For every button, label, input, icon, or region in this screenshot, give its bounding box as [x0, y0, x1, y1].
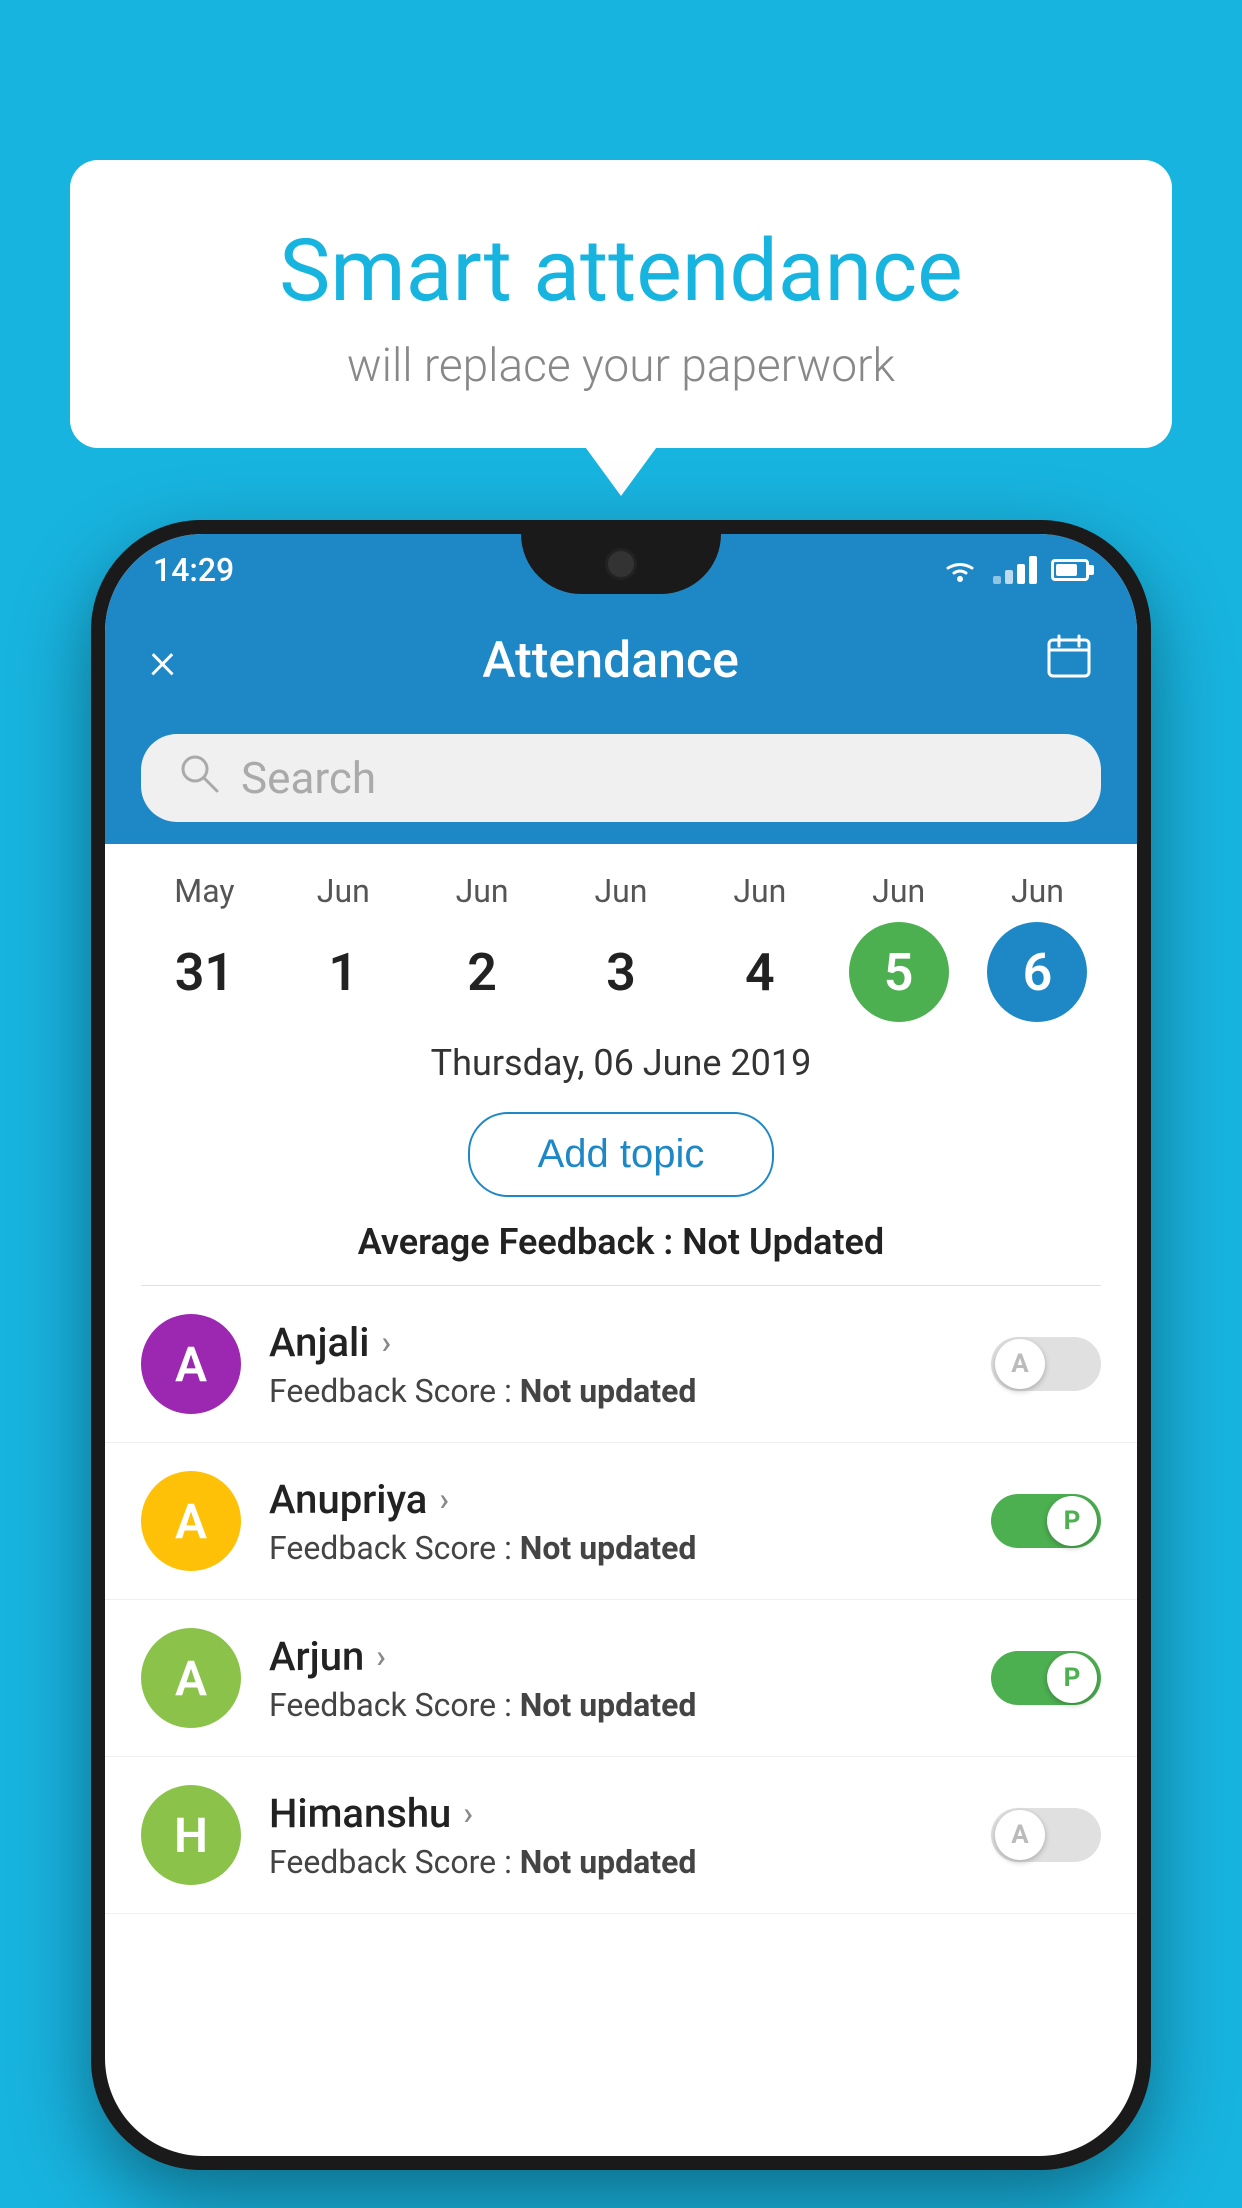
cal-month-label: Jun [733, 872, 786, 910]
student-info: Arjun › Feedback Score : Not updated [269, 1633, 963, 1724]
student-item[interactable]: A Anjali › Feedback Score : Not updated A [105, 1286, 1137, 1443]
student-name-text: Himanshu [269, 1790, 451, 1837]
speech-title: Smart attendance [150, 220, 1092, 321]
calendar-day[interactable]: Jun 2 [417, 872, 547, 1022]
calendar-day[interactable]: Jun 1 [278, 872, 408, 1022]
calendar-strip: May 31 Jun 1 Jun 2 Jun 3 Jun 4 Jun 5 Jun 6 [105, 844, 1137, 1032]
student-item[interactable]: A Anupriya › Feedback Score : Not updated P [105, 1443, 1137, 1600]
speech-bubble: Smart attendance will replace your paper… [70, 160, 1172, 448]
student-feedback: Feedback Score : Not updated [269, 1843, 963, 1881]
attendance-toggle[interactable]: P [991, 1651, 1101, 1705]
chevron-icon: › [439, 1480, 449, 1518]
student-info: Anupriya › Feedback Score : Not updated [269, 1476, 963, 1567]
selected-date-label: Thursday, 06 June 2019 [105, 1032, 1137, 1102]
student-name: Arjun › [269, 1633, 963, 1680]
cal-month-label: May [174, 872, 234, 910]
toolbar-title: Attendance [482, 632, 739, 690]
student-feedback: Feedback Score : Not updated [269, 1686, 963, 1724]
calendar-day[interactable]: Jun 3 [556, 872, 686, 1022]
chevron-icon: › [376, 1637, 386, 1675]
phone-frame: 14:29 [91, 520, 1151, 2170]
student-item[interactable]: A Arjun › Feedback Score : Not updated P [105, 1600, 1137, 1757]
signal-icon [993, 556, 1037, 584]
search-bar-container: Search [105, 716, 1137, 844]
toggle-knob: P [1047, 1496, 1097, 1546]
cal-month-label: Jun [594, 872, 647, 910]
student-name-text: Arjun [269, 1633, 364, 1680]
close-button[interactable]: × [149, 635, 176, 687]
status-icons [941, 556, 1089, 584]
speech-bubble-container: Smart attendance will replace your paper… [70, 160, 1172, 448]
phone-inner: 14:29 [105, 534, 1137, 2156]
avg-feedback: Average Feedback : Not Updated [105, 1217, 1137, 1285]
attendance-toggle[interactable]: A [991, 1808, 1101, 1862]
cal-date-number[interactable]: 3 [571, 922, 671, 1022]
cal-date-number[interactable]: 2 [432, 922, 532, 1022]
cal-month-label: Jun [317, 872, 370, 910]
search-input[interactable]: Search [241, 752, 376, 804]
cal-date-number[interactable]: 5 [849, 922, 949, 1022]
calendar-day[interactable]: Jun 6 [972, 872, 1102, 1022]
calendar-icon[interactable] [1045, 632, 1093, 691]
status-time: 14:29 [153, 551, 234, 589]
student-avatar: H [141, 1785, 241, 1885]
cal-month-label: Jun [456, 872, 509, 910]
calendar-day[interactable]: Jun 4 [695, 872, 825, 1022]
search-icon [177, 751, 221, 806]
student-name: Anjali › [269, 1319, 963, 1366]
calendar-day[interactable]: Jun 5 [834, 872, 964, 1022]
avg-feedback-label: Average Feedback : [358, 1221, 673, 1263]
student-feedback: Feedback Score : Not updated [269, 1372, 963, 1410]
attendance-toggle[interactable]: P [991, 1494, 1101, 1548]
chevron-icon: › [463, 1794, 473, 1832]
add-topic-button[interactable]: Add topic [468, 1112, 775, 1197]
toggle-knob: P [1047, 1653, 1097, 1703]
notch [521, 534, 721, 594]
cal-month-label: Jun [872, 872, 925, 910]
attendance-toggle[interactable]: A [991, 1337, 1101, 1391]
cal-date-number[interactable]: 1 [293, 922, 393, 1022]
toggle-knob: A [995, 1810, 1045, 1860]
student-name: Himanshu › [269, 1790, 963, 1837]
toggle-knob: A [995, 1339, 1045, 1389]
student-name-text: Anjali [269, 1319, 369, 1366]
cal-date-number[interactable]: 4 [710, 922, 810, 1022]
student-info: Himanshu › Feedback Score : Not updated [269, 1790, 963, 1881]
student-avatar: A [141, 1471, 241, 1571]
avg-feedback-value: Not Updated [682, 1221, 884, 1263]
status-bar: 14:29 [105, 534, 1137, 606]
student-avatar: A [141, 1628, 241, 1728]
app-toolbar: × Attendance [105, 606, 1137, 716]
search-bar[interactable]: Search [141, 734, 1101, 822]
cal-date-number[interactable]: 31 [154, 922, 254, 1022]
student-item[interactable]: H Himanshu › Feedback Score : Not updated A [105, 1757, 1137, 1914]
student-name: Anupriya › [269, 1476, 963, 1523]
student-avatar: A [141, 1314, 241, 1414]
student-list: AAnjali›Feedback Score : Not updatedAAAn… [105, 1286, 1137, 1914]
chevron-icon: › [381, 1323, 391, 1361]
battery-icon [1051, 559, 1089, 581]
cal-date-number[interactable]: 6 [987, 922, 1087, 1022]
student-info: Anjali › Feedback Score : Not updated [269, 1319, 963, 1410]
student-name-text: Anupriya [269, 1476, 427, 1523]
calendar-day[interactable]: May 31 [139, 872, 269, 1022]
wifi-icon [941, 556, 979, 584]
student-feedback: Feedback Score : Not updated [269, 1529, 963, 1567]
speech-subtitle: will replace your paperwork [150, 339, 1092, 393]
cal-month-label: Jun [1011, 872, 1064, 910]
add-topic-container: Add topic [105, 1102, 1137, 1217]
camera [605, 548, 637, 580]
